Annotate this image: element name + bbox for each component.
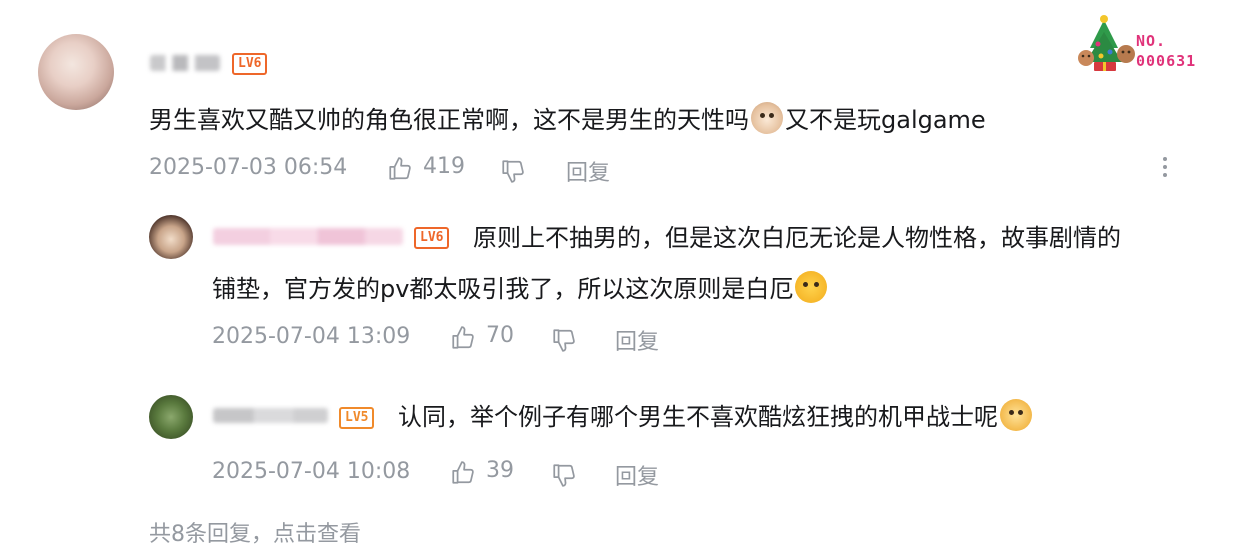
comment-text-main: 男生喜欢又酷又帅的角色很正常啊，这不是男生的天性吗 <box>149 106 749 134</box>
reply-text-main: 认同，举个例子有哪个男生不喜欢酷炫狂拽的机甲战士呢 <box>398 403 998 431</box>
reply-username[interactable] <box>213 228 403 245</box>
view-more-replies-link[interactable]: 共8条回复，点击查看 <box>149 516 361 548</box>
more-vertical-icon[interactable] <box>1158 155 1172 184</box>
christmas-tree-bear-badge-icon <box>1078 15 1135 71</box>
thumbs-down-icon <box>502 160 524 183</box>
comment-timestamp: 2025-07-03 06:54 <box>149 155 348 180</box>
reply-text-line2: 铺垫，官方发的pv都太吸引我了，所以这次原则是白厄 <box>212 264 829 314</box>
level-badge: LV5 <box>339 407 375 429</box>
fan-badge-label: NO. <box>1136 32 1167 50</box>
thumbs-up-icon <box>452 326 474 349</box>
level-badge: LV6 <box>414 227 450 249</box>
more-dots <box>1163 157 1167 177</box>
like-button[interactable] <box>387 156 413 182</box>
reply-avatar[interactable] <box>149 215 193 259</box>
reply-button[interactable]: 回复 <box>615 459 659 491</box>
dog-smile-emoji <box>751 102 783 134</box>
thumbs-down-icon <box>553 464 575 487</box>
fan-badge: NO. 000631 <box>1074 12 1214 74</box>
comment-text: 男生喜欢又酷又帅的角色很正常啊，这不是男生的天性吗 又不是玩galgame <box>149 100 986 140</box>
doge-emoji <box>1000 399 1032 431</box>
dislike-button[interactable] <box>500 158 526 184</box>
reply-username[interactable] <box>213 408 328 423</box>
reply-timestamp: 2025-07-04 13:09 <box>212 324 411 349</box>
scream-emoji <box>795 271 828 303</box>
thumbs-down-icon <box>553 329 575 352</box>
like-button[interactable] <box>450 325 476 351</box>
commenter-avatar[interactable] <box>38 34 114 110</box>
reply-button[interactable]: 回复 <box>615 324 659 356</box>
reply-text-line1: 原则上不抽男的，但是这次白厄无论是人物性格，故事剧情的 <box>473 224 1121 252</box>
reply-timestamp: 2025-07-04 10:08 <box>212 459 411 484</box>
commenter-username[interactable] <box>150 55 220 71</box>
reply-avatar[interactable] <box>149 395 193 439</box>
thumbs-up-icon <box>389 157 411 180</box>
level-badge: LV6 <box>232 53 268 75</box>
dislike-button[interactable] <box>551 462 577 488</box>
comment-text-tail: 又不是玩galgame <box>785 106 986 134</box>
like-count: 70 <box>486 323 514 348</box>
fan-badge-number: 000631 <box>1136 52 1197 70</box>
reply-button[interactable]: 回复 <box>566 155 610 187</box>
thumbs-up-icon <box>452 461 474 484</box>
reply-text-line2-main: 铺垫，官方发的pv都太吸引我了，所以这次原则是白厄 <box>212 275 794 303</box>
like-button[interactable] <box>450 460 476 486</box>
like-count: 39 <box>486 458 514 483</box>
like-count: 419 <box>423 154 465 179</box>
reply-text: 认同，举个例子有哪个男生不喜欢酷炫狂拽的机甲战士呢 <box>398 392 1034 442</box>
dislike-button[interactable] <box>551 327 577 353</box>
